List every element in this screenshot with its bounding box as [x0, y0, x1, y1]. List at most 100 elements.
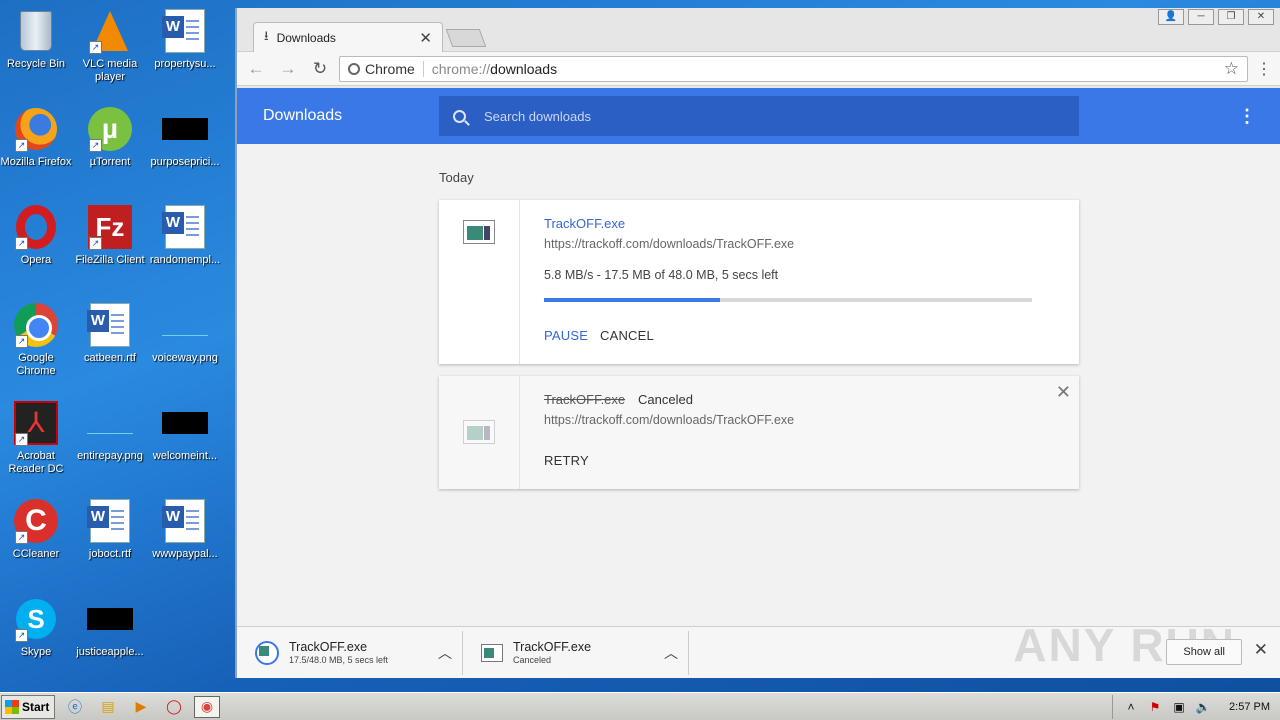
close-window-button[interactable]: ✕: [1248, 9, 1274, 25]
desktop-icon-vlc[interactable]: ↗ VLC media player: [72, 8, 148, 84]
desktop-icon-filezilla[interactable]: Fz ↗ FileZilla Client: [72, 204, 148, 267]
retry-button[interactable]: RETRY: [544, 453, 589, 468]
bookmark-star-icon[interactable]: ☆: [1224, 59, 1239, 79]
back-button[interactable]: ←: [243, 59, 269, 79]
site-chip[interactable]: Chrome: [348, 60, 424, 77]
downloads-page: Downloads Search downloads ⋮ Today Track…: [237, 88, 1280, 626]
desktop-icon-welcomeint[interactable]: welcomeint...: [147, 400, 223, 463]
tab-close-icon[interactable]: ✕: [419, 29, 432, 47]
file-name: TrackOFF.exe: [544, 392, 626, 407]
desktop-icon-catbeen[interactable]: catbeen.rtf: [72, 302, 148, 365]
word-document-icon: [162, 9, 205, 53]
download-card-body: TrackOFF.exe https://trackoff.com/downlo…: [520, 200, 1079, 364]
desktop-icon-ccleaner[interactable]: C ↗ CCleaner: [0, 498, 74, 561]
recycle-bin-icon: [20, 11, 52, 51]
shortcut-arrow-icon: ↗: [89, 41, 102, 54]
file-icon-cell: [439, 200, 520, 364]
desktop-icon-skype[interactable]: S ↗ Skype: [0, 596, 74, 659]
close-shelf-icon[interactable]: ✕: [1254, 640, 1268, 660]
desktop-icon-wwwpaypal[interactable]: wwwpaypal...: [147, 498, 223, 561]
chrome-window: ⭳ Downloads ✕ 👤 ─ ❐ ✕ ← → ↻ Chrome chrom…: [235, 8, 1280, 678]
taskbar: Start ⓔ ▤ ▶ ◯ ◉ ˄ ⚑ ▣ 🔈 2:57 PM: [0, 692, 1280, 720]
chrome-menu-icon[interactable]: ⋮: [1254, 59, 1274, 79]
shortcut-arrow-icon: ↗: [15, 629, 28, 642]
desktop: Recycle Bin ↗ VLC media player propertys…: [0, 0, 236, 692]
shelf-item-name: TrackOFF.exe: [289, 640, 368, 654]
cancel-button[interactable]: CANCEL: [600, 328, 654, 343]
desktop-icon-purposeprici[interactable]: purposeprici...: [147, 106, 223, 169]
shelf-item-status: Canceled: [513, 655, 552, 665]
chevron-up-icon[interactable]: ︿: [664, 643, 678, 663]
file-explorer-icon[interactable]: ▤: [95, 696, 121, 718]
desktop-icon-entirepay[interactable]: entirepay.png: [72, 400, 148, 463]
file-url-link[interactable]: https://trackoff.com/downloads/TrackOFF.…: [544, 413, 794, 427]
shelf-item-canceled[interactable]: TrackOFF.exe Canceled ︿: [463, 630, 689, 675]
chrome-logo-icon: [348, 62, 360, 75]
chrome-taskbar-icon[interactable]: ◉: [194, 695, 220, 718]
desktop-icon-justiceapple[interactable]: justiceapple...: [72, 596, 148, 659]
show-all-button[interactable]: Show all: [1166, 639, 1242, 665]
shortcut-arrow-icon: ↗: [15, 335, 28, 348]
start-button[interactable]: Start: [1, 694, 55, 719]
title-bar: ⭳ Downloads ✕ 👤 ─ ❐ ✕: [237, 8, 1280, 52]
desktop-icon-chrome[interactable]: ↗ Google Chrome: [0, 302, 74, 378]
desktop-icon-acrobat[interactable]: ⅄ ↗ Acrobat Reader DC: [0, 400, 74, 476]
start-label: Start: [22, 699, 50, 714]
download-card-body: TrackOFF.exe Canceled https://trackoff.c…: [520, 376, 1079, 489]
desktop-icon-utorrent[interactable]: µ ↗ µTorrent: [72, 106, 148, 169]
desktop-icon-opera[interactable]: ↗ Opera: [0, 204, 74, 267]
forward-button[interactable]: →: [275, 59, 301, 79]
exe-file-icon: [463, 220, 495, 244]
shelf-item-text: TrackOFF.exe Canceled: [513, 640, 664, 665]
reload-button[interactable]: ↻: [307, 59, 333, 79]
shelf-item-text: TrackOFF.exe 17.5/48.0 MB, 5 secs left: [289, 640, 438, 665]
internet-explorer-icon[interactable]: ⓔ: [62, 696, 88, 718]
download-status: 5.8 MB/s - 17.5 MB of 48.0 MB, 5 secs le…: [544, 268, 779, 282]
remove-from-list-icon[interactable]: ✕: [1056, 382, 1071, 403]
profile-icon[interactable]: 👤: [1158, 9, 1184, 25]
tray-expand-icon[interactable]: ˄: [1123, 700, 1139, 714]
shortcut-arrow-icon: ↗: [89, 139, 102, 152]
clock[interactable]: 2:57 PM: [1229, 701, 1270, 713]
pause-button[interactable]: PAUSE: [544, 328, 588, 343]
system-tray: ˄ ⚑ ▣ 🔈 2:57 PM: [1112, 694, 1280, 719]
chevron-up-icon[interactable]: ︿: [438, 643, 452, 663]
redacted-thumbnail-icon: [87, 608, 133, 630]
redacted-thumbnail-icon: [162, 118, 208, 140]
search-input[interactable]: Search downloads: [439, 96, 1079, 136]
download-shelf: TrackOFF.exe 17.5/48.0 MB, 5 secs left ︿…: [237, 619, 1280, 678]
word-document-icon: [162, 205, 205, 249]
desktop-icon-recycle-bin[interactable]: Recycle Bin: [0, 8, 74, 71]
shelf-item-status: 17.5/48.0 MB, 5 secs left: [289, 655, 389, 665]
word-document-icon: [87, 303, 130, 347]
network-icon[interactable]: ▣: [1171, 700, 1187, 714]
progress-bar: [544, 298, 1032, 302]
exe-file-icon: [481, 643, 503, 662]
download-icon: ⭳: [264, 27, 269, 43]
more-options-icon[interactable]: ⋮: [1238, 106, 1256, 127]
tab-downloads[interactable]: ⭳ Downloads ✕: [253, 22, 443, 52]
file-url-link[interactable]: https://trackoff.com/downloads/TrackOFF.…: [544, 237, 794, 251]
download-card-active: TrackOFF.exe https://trackoff.com/downlo…: [439, 200, 1079, 364]
exe-file-icon: [463, 420, 495, 444]
shortcut-arrow-icon: ↗: [89, 237, 102, 250]
desktop-icon-joboct[interactable]: joboct.rtf: [72, 498, 148, 561]
desktop-icon-voiceway[interactable]: voiceway.png: [147, 302, 223, 365]
opera-taskbar-icon[interactable]: ◯: [161, 696, 187, 718]
minimize-button[interactable]: ─: [1188, 9, 1214, 25]
desktop-icon-firefox[interactable]: ↗ Mozilla Firefox: [0, 106, 74, 169]
volume-icon[interactable]: 🔈: [1195, 700, 1211, 714]
file-name-link[interactable]: TrackOFF.exe: [544, 216, 625, 231]
address-bar[interactable]: Chrome chrome:// downloads ☆: [339, 55, 1248, 82]
desktop-icon-propertysu[interactable]: propertysu...: [147, 8, 223, 71]
section-date: Today: [439, 170, 474, 185]
desktop-icon-randomempl[interactable]: randomempl...: [147, 204, 223, 267]
media-player-icon[interactable]: ▶: [128, 696, 154, 718]
shelf-item-active[interactable]: TrackOFF.exe 17.5/48.0 MB, 5 secs left ︿: [237, 630, 463, 675]
window-controls: 👤 ─ ❐ ✕: [1158, 9, 1274, 25]
download-card-canceled: TrackOFF.exe Canceled https://trackoff.c…: [439, 376, 1079, 489]
new-tab-button[interactable]: [445, 29, 487, 47]
restore-button[interactable]: ❐: [1218, 9, 1244, 25]
action-center-icon[interactable]: ⚑: [1147, 700, 1163, 714]
download-progress-ring-icon: [255, 640, 279, 665]
